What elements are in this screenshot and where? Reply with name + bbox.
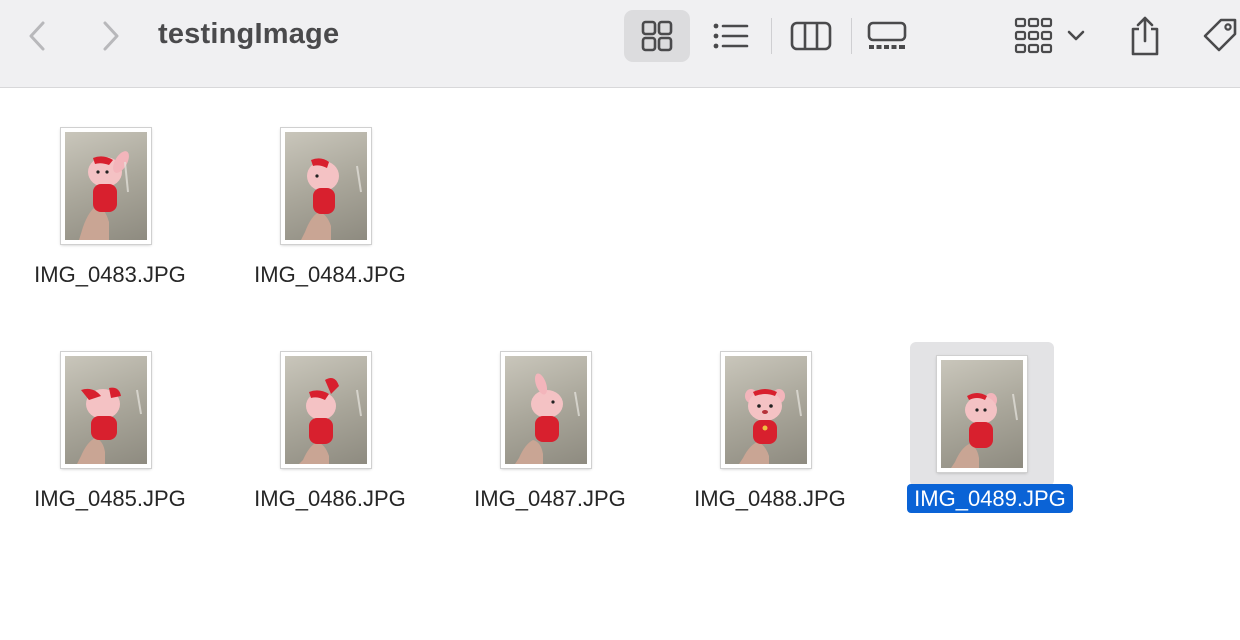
image-thumbnail	[281, 352, 371, 468]
file-thumbnail[interactable]	[496, 346, 596, 474]
gallery-icon	[867, 21, 907, 49]
toolbar-divider	[771, 18, 772, 54]
file-item[interactable]: IMG_0489.JPG	[880, 342, 1080, 556]
grid-icon	[641, 20, 673, 52]
list-icon	[713, 23, 749, 49]
file-name[interactable]: IMG_0485.JPG	[0, 486, 220, 512]
image-thumbnail	[61, 352, 151, 468]
image-thumbnail	[501, 352, 591, 468]
chevron-down-icon	[1067, 30, 1085, 41]
tags-button[interactable]	[1196, 10, 1240, 62]
file-thumbnail[interactable]	[276, 122, 376, 250]
file-thumbnail[interactable]	[716, 346, 816, 474]
toolbar-divider	[851, 18, 852, 54]
file-item[interactable]: IMG_0485.JPG	[0, 346, 200, 556]
file-item[interactable]: IMG_0486.JPG	[220, 346, 420, 556]
list-view-button[interactable]	[698, 10, 764, 62]
image-thumbnail	[281, 128, 371, 244]
file-thumbnail[interactable]	[910, 342, 1054, 486]
gallery-view-button[interactable]	[856, 10, 918, 62]
group-by-button[interactable]	[1008, 10, 1092, 62]
file-item[interactable]: IMG_0484.JPG	[220, 122, 420, 332]
file-thumbnail[interactable]	[276, 346, 376, 474]
finder-window: testingImage IMG_0483.JPG IMG_0484.JPG I…	[0, 0, 1240, 640]
column-view-button[interactable]	[780, 10, 842, 62]
file-item[interactable]: IMG_0488.JPG	[660, 346, 860, 556]
back-button[interactable]	[18, 14, 58, 58]
file-name[interactable]: IMG_0487.JPG	[440, 486, 660, 512]
tag-icon	[1203, 18, 1237, 52]
file-name[interactable]: IMG_0488.JPG	[660, 486, 880, 512]
file-item[interactable]: IMG_0487.JPG	[440, 346, 640, 556]
file-thumbnail[interactable]	[56, 122, 156, 250]
file-icon-grid: IMG_0483.JPG IMG_0484.JPG IMG_0485.JPG I…	[0, 89, 1240, 640]
group-grid-icon	[1014, 17, 1053, 54]
toolbar: testingImage	[0, 0, 1240, 88]
file-name[interactable]: IMG_0486.JPG	[220, 486, 440, 512]
icon-view-button[interactable]	[624, 10, 690, 62]
image-thumbnail	[721, 352, 811, 468]
file-name[interactable]: IMG_0484.JPG	[220, 262, 440, 288]
file-item[interactable]: IMG_0483.JPG	[0, 122, 200, 332]
file-name-selected[interactable]: IMG_0489.JPG	[880, 484, 1100, 513]
chevron-right-icon	[103, 21, 119, 51]
forward-button[interactable]	[90, 14, 130, 58]
share-icon	[1131, 16, 1159, 56]
share-button[interactable]	[1120, 10, 1170, 62]
window-title: testingImage	[158, 18, 340, 50]
file-name[interactable]: IMG_0483.JPG	[0, 262, 220, 288]
image-thumbnail	[937, 356, 1027, 472]
columns-icon	[790, 21, 832, 51]
chevron-left-icon	[29, 21, 45, 51]
file-thumbnail[interactable]	[56, 346, 156, 474]
image-thumbnail	[61, 128, 151, 244]
